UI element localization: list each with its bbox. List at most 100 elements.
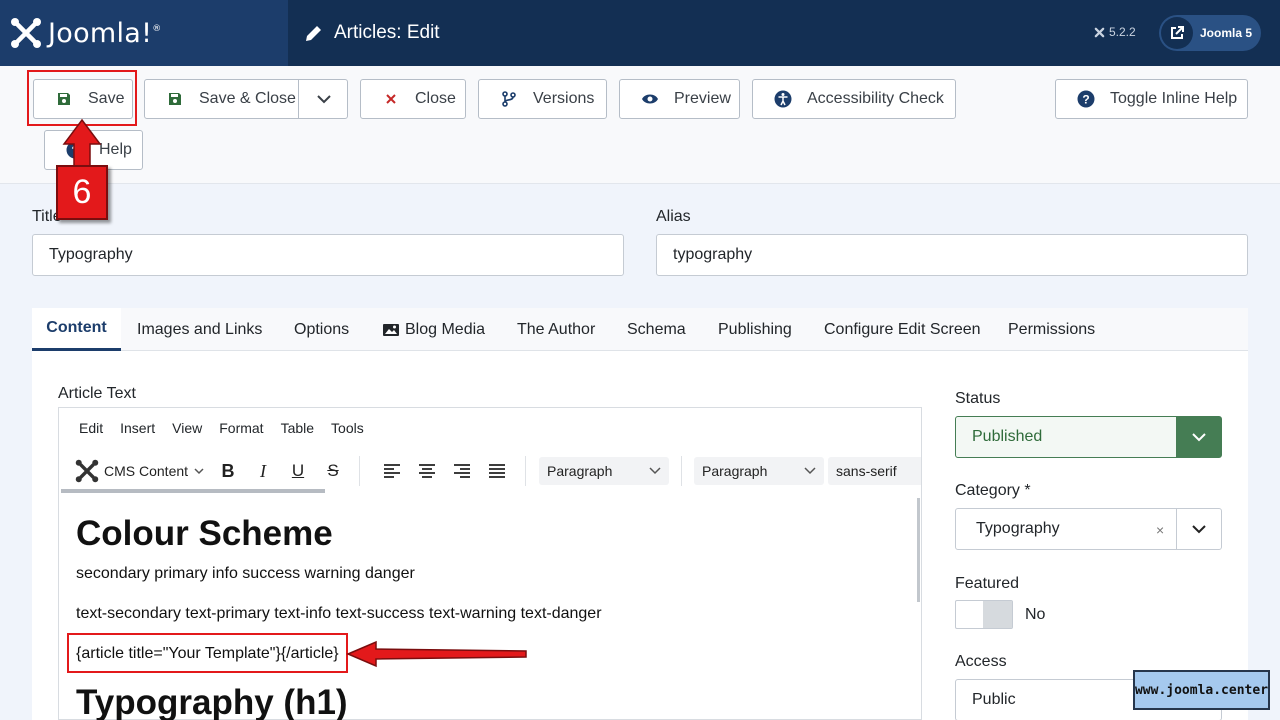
access-label: Access [955, 653, 1007, 670]
tab-schema[interactable]: Schema [627, 308, 686, 351]
chevron-down-icon[interactable] [298, 80, 348, 118]
toolbar: Save Save & Close Close Versions Preview… [0, 66, 1280, 184]
toolbar-scrollbar[interactable] [61, 489, 325, 493]
italic-button[interactable]: I [252, 458, 274, 484]
access-value: Public [972, 691, 1016, 708]
version-info: 5.2.2 [1094, 25, 1136, 39]
font-family-select[interactable]: sans-serif [828, 457, 921, 485]
tab-the-author[interactable]: The Author [517, 308, 595, 351]
block-format-select[interactable]: Paragraph [539, 457, 669, 485]
close-icon [381, 93, 401, 105]
eye-icon [640, 93, 660, 105]
status-select[interactable]: Published [955, 416, 1222, 458]
question-circle-icon: ? [1076, 90, 1096, 108]
external-link-icon [1161, 17, 1193, 49]
align-justify-icon[interactable] [486, 460, 508, 482]
joomla-small-icon [1094, 27, 1105, 37]
floppy-icon [165, 92, 185, 106]
tab-configure-edit-screen[interactable]: Configure Edit Screen [824, 308, 981, 351]
close-label: Close [415, 90, 456, 107]
menu-format[interactable]: Format [219, 420, 263, 436]
toolbar-divider [525, 456, 526, 486]
close-button[interactable]: Close [360, 79, 466, 119]
chevron-down-icon [1176, 417, 1221, 457]
toolbar-divider [681, 456, 682, 486]
underline-button[interactable]: U [287, 458, 309, 484]
alias-label: Alias [656, 208, 691, 225]
menu-edit[interactable]: Edit [79, 420, 103, 436]
editor-menubar: Edit Insert View Format Table Tools [59, 408, 921, 448]
content-line-1: secondary primary info success warning d… [76, 565, 415, 582]
chevron-down-icon[interactable] [1176, 509, 1221, 549]
align-center-icon[interactable] [416, 460, 438, 482]
brand-name: Joomla!® [48, 17, 162, 49]
clear-icon[interactable]: × [1156, 522, 1164, 538]
bold-button[interactable]: B [217, 458, 239, 484]
tab-publishing[interactable]: Publishing [718, 308, 792, 351]
page-title-text: Articles: Edit [334, 22, 440, 43]
cms-content-label: CMS Content [104, 463, 189, 479]
menu-view[interactable]: View [172, 420, 202, 436]
editor-toolbar: CMS Content B I U S Paragraph Paragraph … [59, 448, 921, 494]
featured-toggle[interactable] [955, 600, 1013, 629]
font-family-value: sans-serif [836, 463, 897, 479]
pencil-icon [306, 26, 321, 41]
svg-text:?: ? [1082, 93, 1089, 107]
content-line-2: text-secondary text-primary text-info te… [76, 605, 602, 622]
save-close-button[interactable]: Save & Close [144, 79, 348, 119]
accessibility-label: Accessibility Check [807, 90, 944, 107]
tab-images-links[interactable]: Images and Links [137, 308, 262, 351]
editor-scrollbar[interactable] [917, 498, 920, 602]
version-text: 5.2.2 [1109, 25, 1136, 39]
toggle-knob [983, 601, 1012, 628]
tab-content[interactable]: Content [32, 308, 121, 351]
alias-input[interactable]: typography [656, 234, 1248, 276]
align-left-icon[interactable] [381, 460, 403, 482]
category-select[interactable]: Typography × [955, 508, 1222, 550]
title-input[interactable]: Typography [32, 234, 624, 276]
tab-blog-media-label: Blog Media [405, 320, 486, 338]
chevron-down-icon [649, 467, 661, 475]
joomla-logo-icon [11, 18, 41, 48]
article-text-label: Article Text [58, 385, 136, 402]
site-link-button[interactable]: Joomla 5 [1159, 15, 1261, 51]
category-label: Category * [955, 482, 1031, 499]
rich-text-editor: Edit Insert View Format Table Tools CMS … [58, 407, 922, 720]
chevron-down-icon [804, 467, 816, 475]
tab-permissions[interactable]: Permissions [1008, 308, 1095, 351]
branch-icon [499, 91, 519, 107]
menu-insert[interactable]: Insert [120, 420, 155, 436]
status-label: Status [955, 390, 1001, 407]
strikethrough-button[interactable]: S [322, 458, 344, 484]
preview-label: Preview [674, 90, 731, 107]
tab-blog-media[interactable]: Blog Media [382, 308, 485, 351]
status-value: Published [972, 428, 1043, 445]
category-value: Typography [976, 520, 1060, 537]
block-format-value: Paragraph [547, 463, 613, 479]
align-right-icon[interactable] [451, 460, 473, 482]
joomla-logo[interactable]: Joomla!® [0, 0, 288, 66]
toggle-help-label: Toggle Inline Help [1110, 90, 1238, 107]
versions-label: Versions [533, 90, 595, 107]
save-close-label: Save & Close [199, 90, 296, 107]
featured-value: No [1025, 606, 1046, 623]
title-value: Typography [49, 246, 133, 263]
featured-label: Featured [955, 575, 1020, 592]
toggle-inline-help-button[interactable]: ? Toggle Inline Help [1055, 79, 1248, 119]
cms-content-button[interactable]: CMS Content [75, 458, 204, 484]
site-link-label: Joomla 5 [1200, 26, 1253, 40]
tab-options[interactable]: Options [294, 308, 349, 351]
top-header: Joomla!® Articles: Edit 5.2.2 Joomla 5 [0, 0, 1280, 66]
preview-button[interactable]: Preview [619, 79, 740, 119]
code-highlight-box [67, 633, 348, 673]
paragraph-select[interactable]: Paragraph [694, 457, 824, 485]
menu-tools[interactable]: Tools [331, 420, 364, 436]
joomla-logo-icon [75, 459, 99, 483]
accessibility-check-button[interactable]: Accessibility Check [752, 79, 956, 119]
menu-table[interactable]: Table [281, 420, 314, 436]
editor-content[interactable]: Colour Scheme secondary primary info suc… [59, 498, 915, 720]
versions-button[interactable]: Versions [478, 79, 607, 119]
step-number-badge: 6 [56, 165, 108, 220]
tab-bar: Content Images and Links Options Blog Me… [32, 308, 1248, 351]
page-title: Articles: Edit [304, 0, 440, 66]
